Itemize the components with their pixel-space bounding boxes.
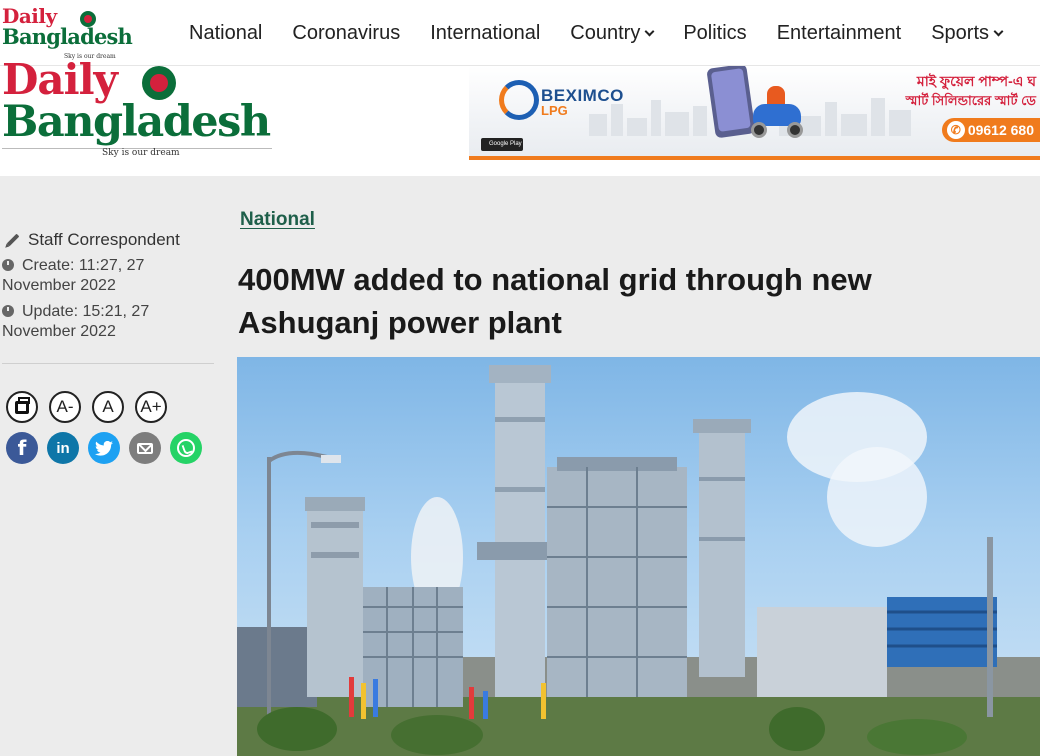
clock-icon bbox=[2, 259, 14, 271]
bangladesh-flag-icon bbox=[142, 66, 176, 100]
top-navbar: Daily Bangladesh Sky is our dream Nation… bbox=[0, 0, 1040, 66]
ad-phone-label: 09612 680 bbox=[967, 122, 1034, 138]
updated-time: Update: 15:21, 27 November 2022 bbox=[2, 302, 202, 342]
nav-item-label: Country bbox=[570, 22, 641, 44]
nav-item-label: Politics bbox=[683, 22, 747, 44]
ad-bangla-line1: মাই ফুয়েল পাম্প-এ ঘ bbox=[916, 73, 1036, 89]
nav-item-label: Entertainment bbox=[776, 22, 902, 44]
reading-tools: A- A A+ bbox=[6, 391, 167, 423]
envelope-icon bbox=[137, 442, 153, 454]
logo-line2: Bangladesh bbox=[2, 97, 271, 147]
article-area: Staff Correspondent Create: 11:27, 27 No… bbox=[0, 176, 1040, 756]
meta-divider bbox=[2, 363, 214, 364]
share-buttons: f in bbox=[6, 432, 202, 464]
nav-item-country[interactable]: Country bbox=[555, 18, 668, 49]
ad-phone-number[interactable]: ✆ 09612 680 bbox=[941, 118, 1040, 142]
logo-line2: Bangladesh bbox=[2, 24, 133, 49]
nav-item-label: Coronavirus bbox=[292, 22, 401, 44]
font-increase-button[interactable]: A+ bbox=[135, 391, 167, 423]
logo-line1: Daily bbox=[2, 4, 57, 28]
article-category-link[interactable]: National bbox=[240, 209, 315, 231]
advertisement-banner[interactable]: BEXIMCO LPG Google Play মাই ফুয়েল পাম্প… bbox=[469, 66, 1040, 160]
main-menu: National Coronavirus International Count… bbox=[174, 18, 1017, 49]
printer-icon bbox=[15, 396, 30, 414]
email-share-button[interactable] bbox=[129, 432, 161, 464]
google-play-badge[interactable]: Google Play bbox=[481, 138, 523, 151]
created-time: Create: 11:27, 27 November 2022 bbox=[2, 256, 202, 296]
ad-sub: LPG bbox=[541, 103, 568, 118]
nav-item-national[interactable]: National bbox=[174, 18, 277, 49]
chevron-down-icon bbox=[993, 26, 1004, 37]
logo-tagline: Sky is our dream bbox=[102, 148, 180, 158]
font-reset-button[interactable]: A bbox=[92, 391, 124, 423]
bangladesh-flag-icon bbox=[80, 11, 96, 27]
linkedin-share-button[interactable]: in bbox=[47, 432, 79, 464]
nav-item-politics[interactable]: Politics bbox=[668, 18, 761, 49]
created-text: Create: 11:27, 27 November 2022 bbox=[2, 257, 145, 294]
facebook-icon: f bbox=[17, 436, 27, 460]
nav-item-international[interactable]: International bbox=[415, 18, 555, 49]
whatsapp-share-button[interactable] bbox=[170, 432, 202, 464]
phone-icon: ✆ bbox=[946, 121, 965, 139]
print-button[interactable] bbox=[6, 391, 38, 423]
site-logo-large[interactable]: Daily Bangladesh Sky is our dream bbox=[2, 59, 292, 160]
nav-item-entertainment[interactable]: Entertainment bbox=[762, 18, 917, 49]
delivery-scooter-illustration bbox=[747, 86, 807, 138]
linkedin-icon: in bbox=[56, 439, 70, 457]
ad-bangla-line2: স্মার্ট সিলিন্ডারের স্মার্ট ডে bbox=[905, 93, 1036, 108]
beximco-logo-icon bbox=[499, 80, 539, 120]
article-featured-image[interactable] bbox=[237, 357, 1040, 756]
nav-item-coronavirus[interactable]: Coronavirus bbox=[277, 18, 415, 49]
nav-item-sports[interactable]: Sports bbox=[916, 18, 1017, 49]
author-name: Staff Correspondent bbox=[28, 230, 180, 249]
whatsapp-icon bbox=[177, 439, 195, 457]
clock-icon bbox=[2, 305, 14, 317]
nav-item-label: National bbox=[189, 22, 263, 44]
site-logo-small[interactable]: Daily Bangladesh Sky is our dream bbox=[2, 6, 152, 62]
font-decrease-button[interactable]: A- bbox=[49, 391, 81, 423]
author-line: Staff Correspondent bbox=[6, 230, 180, 250]
twitter-icon bbox=[95, 440, 113, 456]
nav-item-label: International bbox=[430, 22, 541, 44]
pencil-icon bbox=[6, 233, 20, 247]
facebook-share-button[interactable]: f bbox=[6, 432, 38, 464]
updated-text: Update: 15:21, 27 November 2022 bbox=[2, 303, 150, 340]
twitter-share-button[interactable] bbox=[88, 432, 120, 464]
nav-item-label: Sports bbox=[931, 22, 990, 44]
site-header: Daily Bangladesh Sky is our dream BEXIMC… bbox=[0, 59, 1040, 176]
chevron-down-icon bbox=[644, 26, 655, 37]
article-headline: 400MW added to national grid through new… bbox=[238, 262, 872, 340]
power-plant-image bbox=[237, 365, 1040, 756]
